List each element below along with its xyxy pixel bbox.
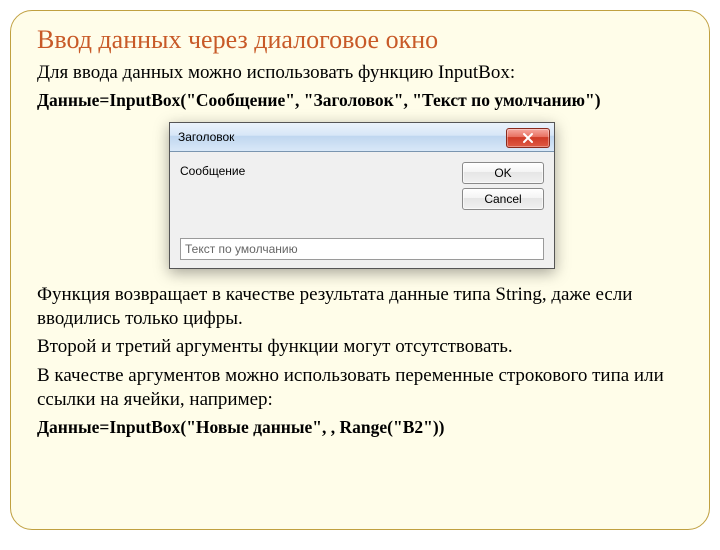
- paragraph-3: Второй и третий аргументы функции могут …: [37, 335, 689, 359]
- paragraph-2: Функция возвращает в качестве результата…: [37, 283, 689, 332]
- ok-button[interactable]: OK: [462, 162, 544, 184]
- dialog-titlebar: Заголовок: [170, 123, 554, 152]
- slide-title: Ввод данных через диалоговое окно: [37, 25, 689, 55]
- code-line-2: Данные=InputBox("Новые данные", , Range(…: [37, 416, 689, 438]
- dialog-body: Сообщение OK Cancel: [170, 152, 554, 268]
- cancel-button[interactable]: Cancel: [462, 188, 544, 210]
- dialog-screenshot: Заголовок Сообщение OK Cancel: [35, 122, 689, 269]
- paragraph-4: В качестве аргументов можно использовать…: [37, 364, 689, 413]
- dialog-message: Сообщение: [180, 162, 450, 178]
- input-field[interactable]: [180, 238, 544, 260]
- inputbox-dialog: Заголовок Сообщение OK Cancel: [169, 122, 555, 269]
- close-button[interactable]: [506, 128, 550, 148]
- paragraph-1: Для ввода данных можно использовать функ…: [37, 61, 689, 85]
- code-line-1: Данные=InputBox("Сообщение", "Заголовок"…: [37, 89, 689, 111]
- dialog-title-text: Заголовок: [178, 130, 234, 144]
- slide: Ввод данных через диалоговое окно Для вв…: [10, 10, 710, 530]
- close-icon: [522, 132, 534, 144]
